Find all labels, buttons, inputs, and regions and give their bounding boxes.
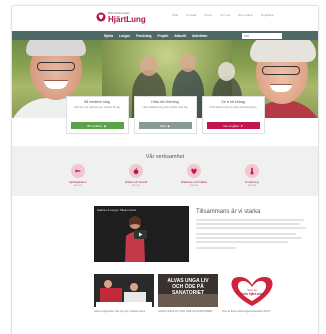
top-link[interactable]: Bli medlem xyxy=(238,13,253,17)
section-title: Vår verksamhet xyxy=(145,154,185,160)
nav-item-aktuellt[interactable]: Aktuellt xyxy=(174,34,186,38)
news-card-image[interactable]: Vem är årets hjärt-lung xyxy=(222,274,282,307)
find-association-button[interactable]: Hitta ▶ xyxy=(138,122,192,129)
promo-boxes: Bli medlem idag Gå med i ett nätverk som… xyxy=(12,96,318,134)
main-nav: Hjärta Lungor Forskning Projekt Aktuellt… xyxy=(12,31,318,40)
promo-box: Ge a ett bidrag Stöd arbetet med en gåva… xyxy=(201,96,265,134)
nav-item-forskning[interactable]: Forskning xyxy=(136,34,151,38)
become-member-button[interactable]: Bli medlem ▶ xyxy=(70,122,124,129)
video-title: Hjärtan & lungor Tillsammans xyxy=(97,208,137,212)
top-link[interactable]: Press xyxy=(204,13,212,17)
verksamhet-icons: Hjärtsjukdom Läs mer Hälsa och livsstil … xyxy=(12,164,318,187)
donate-button[interactable]: Ge en gåva ♥ xyxy=(206,122,260,129)
nav-item-aktiviteter[interactable]: Aktiviteter xyxy=(192,34,208,38)
svg-text:SANATORIET: SANATORIET xyxy=(172,290,204,296)
news-caption: Vem är årets hjärt-lungambassadör 2014? xyxy=(222,310,271,313)
video-player[interactable]: Hjärtan & lungor Tillsammans xyxy=(94,206,189,262)
nav-item-hjarta[interactable]: Hjärta xyxy=(104,34,113,38)
heart-arrow-icon xyxy=(71,164,85,178)
web-page: Riksförbundet HjärtLung Stöd Kontakt Pre… xyxy=(12,6,318,334)
nav-item-projekt[interactable]: Projekt xyxy=(157,34,168,38)
top-link[interactable]: Om oss xyxy=(220,13,230,17)
site-header: Riksförbundet HjärtLung Stöd Kontakt Pre… xyxy=(12,6,318,31)
news-caption: Hjärt-Lungfonden: det här gör vi tillsam… xyxy=(94,310,146,313)
top-link[interactable]: Kontakt xyxy=(186,13,196,17)
heart-logo-icon xyxy=(96,12,106,22)
heart-icon xyxy=(187,164,201,178)
promo-desc: Gå med i ett nätverk som arbetar för dig xyxy=(74,106,120,109)
svg-text:årets hjärt-lung: årets hjärt-lung xyxy=(240,292,263,296)
promo-box: Hitta din förening Hitta lokalförening e… xyxy=(133,96,197,134)
promo-box: Bli medlem idag Gå med i ett nätverk som… xyxy=(65,96,129,134)
news-card-image[interactable]: ALVAS UNGA LIV OCH ÖDE PÅ SANATORIET xyxy=(158,274,218,307)
thermometer-icon xyxy=(245,164,259,178)
svg-text:OCH ÖDE PÅ: OCH ÖDE PÅ xyxy=(172,283,204,290)
verksamhet-item[interactable]: Hälsa och livsstil Läs mer xyxy=(119,164,153,187)
arrow-icon: ▶ xyxy=(167,123,171,128)
search-input[interactable] xyxy=(242,32,282,39)
top-link[interactable]: Stöd xyxy=(172,13,178,17)
play-icon[interactable] xyxy=(134,230,147,239)
arrow-icon: ▶ xyxy=(104,123,107,128)
verksamhet-item[interactable]: Hjärtsjukdom Läs mer xyxy=(61,164,95,187)
apple-icon xyxy=(129,164,143,178)
section-heading: Tillsammans är vi starka xyxy=(196,209,261,215)
promo-title: Hitta din förening xyxy=(151,100,179,104)
promo-desc: Stöd arbetet med en gåva till forskninge… xyxy=(209,106,257,109)
logo-title[interactable]: HjärtLung xyxy=(108,15,146,24)
top-links: Stöd Kontakt Press Om oss Bli medlem Eng… xyxy=(172,13,274,17)
news-caption: ALVAS UNGA LIV OCH ÖDE PÅ SANATORIET xyxy=(158,310,213,313)
promo-title: Bli medlem idag xyxy=(84,100,110,104)
promo-title: Ge a ett bidrag xyxy=(221,100,245,104)
verksamhet-item[interactable]: Diabetes och hjärta Läs mer xyxy=(177,164,211,187)
verksamhet-item[interactable]: Forskning Läs mer xyxy=(235,164,269,187)
nav-item-lungor[interactable]: Lungor xyxy=(119,34,130,38)
top-link[interactable]: Engelska xyxy=(261,13,273,17)
heart-icon: ♥ xyxy=(240,123,243,128)
promo-desc: Hitta lokalförening eller distrikt nära … xyxy=(142,106,188,109)
news-card-image[interactable] xyxy=(94,274,154,307)
